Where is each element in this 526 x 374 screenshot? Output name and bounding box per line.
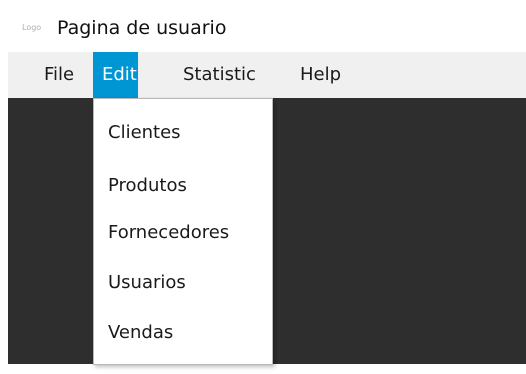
menu-item-fornecedores[interactable]: Fornecedores (94, 213, 272, 253)
title-bar: Logo Pagina de usuario (0, 0, 526, 52)
menu-item-usuarios[interactable]: Usuarios (94, 263, 272, 303)
bottom-border (8, 364, 526, 374)
window-title: Pagina de usuario (57, 17, 227, 39)
menu-item-vendas[interactable]: Vendas (94, 313, 272, 353)
menu-edit[interactable]: Edit (93, 52, 138, 98)
app-logo-icon: Logo (22, 23, 42, 32)
menu-help[interactable]: Help (291, 52, 349, 98)
edit-dropdown-menu: Clientes Produtos Fornecedores Usuarios … (93, 98, 273, 365)
menu-item-clientes[interactable]: Clientes (94, 113, 272, 153)
menu-bar: File Edit Statistic Help (8, 52, 526, 98)
menu-statistic[interactable]: Statistic (174, 52, 270, 98)
app-window: Logo Pagina de usuario File Edit Statist… (0, 0, 526, 374)
menu-file[interactable]: File (35, 52, 82, 98)
menu-item-produtos[interactable]: Produtos (94, 166, 272, 206)
